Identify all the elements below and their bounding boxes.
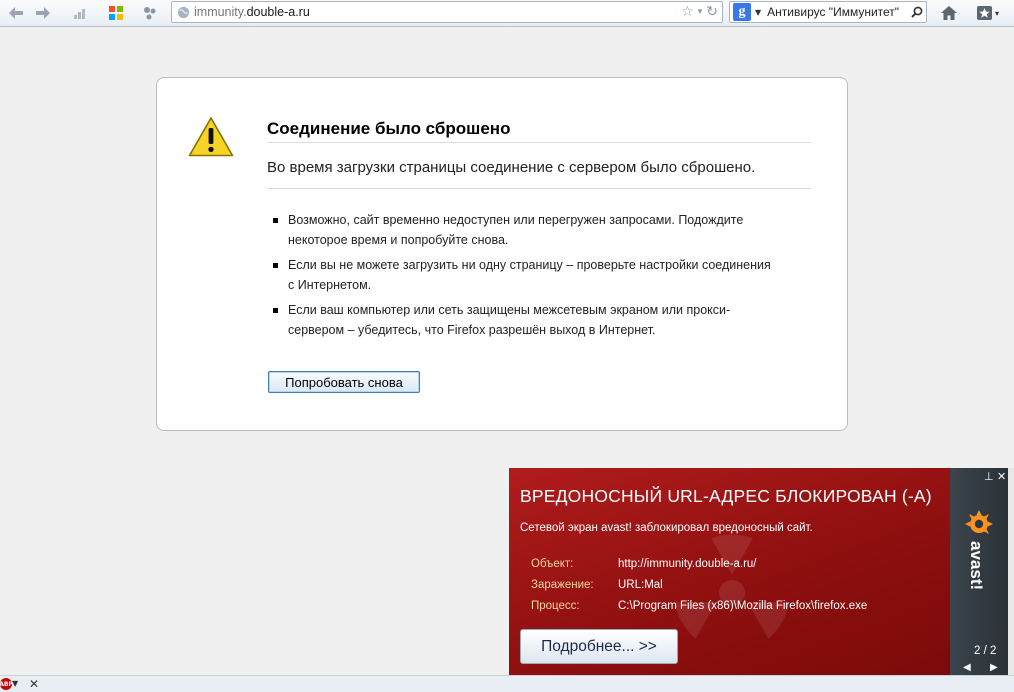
chevron-down-icon: ▾ — [994, 8, 999, 18]
detail-row-object: Объект: http://immunity.double-a.ru/ — [531, 553, 867, 574]
pin-icon[interactable]: ⊥ — [984, 470, 994, 483]
bar-chart-icon — [74, 9, 85, 19]
close-icon[interactable]: ✕ — [997, 470, 1006, 483]
search-engine-dropdown-icon[interactable]: ▼ — [755, 8, 761, 17]
error-suggestions-list: Возможно, сайт временно недоступен или п… — [273, 211, 773, 346]
bookmark-star-icon[interactable]: ☆ — [681, 4, 694, 20]
warning-triangle-icon — [188, 117, 234, 157]
alert-details: Объект: http://immunity.double-a.ru/ Зар… — [531, 553, 867, 616]
previous-notification-icon[interactable]: ◀ — [963, 662, 971, 673]
globe-icon — [172, 2, 194, 22]
search-icon[interactable] — [908, 6, 926, 18]
back-arrow-icon — [9, 7, 23, 19]
status-bar: ABP ▼ ✕ — [0, 675, 1014, 692]
home-button[interactable] — [938, 2, 960, 24]
network-nodes-icon — [144, 7, 156, 20]
detail-row-process: Процесс: C:\Program Files (x86)\Mozilla … — [531, 595, 867, 616]
alert-title: ВРЕДОНОСНЫЙ URL-АДРЕС БЛОКИРОВАН (-A) — [520, 486, 932, 506]
chevron-down-icon[interactable]: ▼ — [12, 679, 18, 688]
popup-edge — [1008, 468, 1014, 690]
adblock-plus-icon[interactable]: ABP — [0, 678, 13, 690]
apps-addon-button[interactable] — [105, 2, 127, 24]
avast-alert-popup: ВРЕДОНОСНЫЙ URL-АДРЕС БЛОКИРОВАН (-A) Се… — [509, 468, 950, 690]
url-subdomain: immunity. — [194, 5, 247, 19]
url-domain: double-a.ru — [246, 5, 310, 19]
alert-subtitle: Сетевой экран avast! заблокировал вредон… — [520, 522, 813, 534]
try-again-button[interactable]: Попробовать снова — [268, 371, 420, 393]
next-notification-icon[interactable]: ▶ — [990, 662, 998, 673]
google-search-engine-icon[interactable]: g — [733, 3, 751, 21]
detail-value: C:\Program Files (x86)\Mozilla Firefox\f… — [618, 599, 868, 612]
dropdown-arrow-icon[interactable]: ▾ — [698, 7, 703, 17]
reload-icon[interactable]: ↻ — [706, 4, 718, 20]
url-bar[interactable]: immunity.double-a.ru ☆ ▾ ↻ — [171, 1, 723, 23]
more-details-button[interactable]: Подробнее... >> — [520, 629, 678, 664]
color-squares-icon — [109, 6, 123, 20]
close-icon[interactable]: ✕ — [29, 677, 39, 691]
detail-label: Процесс: — [531, 599, 580, 612]
notification-counter: 2 / 2 — [974, 645, 997, 657]
forward-button[interactable] — [32, 2, 54, 24]
bar-chart-addon-button[interactable] — [70, 2, 92, 24]
error-title: Соединение было сброшено — [267, 119, 811, 143]
avast-logo: avast! — [965, 510, 993, 590]
list-item: Если вы не можете загрузить ни одну стра… — [273, 256, 773, 295]
network-addon-button[interactable] — [139, 2, 161, 24]
detail-value: URL:Mal — [618, 578, 663, 591]
list-item: Возможно, сайт временно недоступен или п… — [273, 211, 773, 250]
detail-value: http://immunity.double-a.ru/ — [618, 557, 757, 570]
avast-side-panel: ⊥ ✕ avast! 2 / 2 ◀ ▶ — [950, 468, 1008, 690]
back-button[interactable] — [5, 2, 27, 24]
url-text[interactable]: immunity.double-a.ru — [194, 5, 681, 19]
error-page-container: Соединение было сброшено Во время загруз… — [156, 77, 848, 431]
navigation-toolbar: immunity.double-a.ru ☆ ▾ ↻ g ▼ Антивирус… — [0, 0, 1014, 27]
detail-row-infection: Заражение: URL:Mal — [531, 574, 867, 595]
search-input[interactable]: Антивирус "Иммунитет" — [767, 5, 908, 19]
avast-brand-text: avast! — [967, 541, 986, 590]
detail-label: Заражение: — [531, 578, 594, 591]
home-icon — [941, 6, 957, 20]
bookmarks-star-icon — [976, 6, 992, 20]
detail-label: Объект: — [531, 557, 574, 570]
list-item: Если ваш компьютер или сеть защищены меж… — [273, 301, 773, 340]
forward-arrow-icon — [36, 7, 50, 19]
bookmarks-menu-button[interactable]: ▾ — [973, 2, 1003, 24]
search-bar[interactable]: g ▼ Антивирус "Иммунитет" — [729, 1, 927, 23]
error-short-description: Во время загрузки страницы соединение с … — [267, 159, 811, 189]
